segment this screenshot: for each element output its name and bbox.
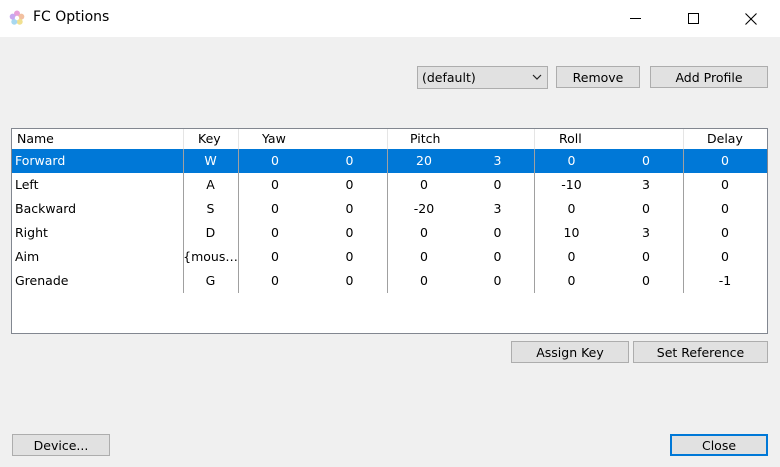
- column-header-pitch[interactable]: Pitch: [410, 129, 440, 149]
- cell-pitch1: 0: [420, 177, 428, 192]
- minimize-button[interactable]: [606, 0, 664, 37]
- column-header-key[interactable]: Key: [198, 129, 221, 149]
- close-icon: [745, 12, 757, 25]
- column-gridline: [238, 149, 239, 293]
- header-divider[interactable]: [534, 129, 535, 149]
- cell-yaw1: 0: [271, 225, 279, 240]
- cell-name: Grenade: [15, 273, 69, 288]
- table-row[interactable]: Forward W 0 0 20 3 0 0 0: [12, 149, 767, 173]
- remove-profile-button[interactable]: Remove: [556, 66, 640, 88]
- cell-name: Backward: [15, 201, 77, 216]
- cell-delay: 0: [721, 153, 729, 168]
- table-row[interactable]: Aim {mous… 0 0 0 0 0 0 0: [12, 245, 767, 269]
- cell-pitch2: 0: [493, 249, 502, 264]
- cell-key: {mous…: [183, 249, 238, 264]
- cell-pitch2: 3: [493, 201, 502, 216]
- cell-roll1: 0: [567, 201, 576, 216]
- cell-yaw1: 0: [271, 177, 279, 192]
- cell-pitch1: -20: [413, 201, 435, 216]
- cell-name: Left: [15, 177, 39, 192]
- cell-roll2: 0: [642, 249, 650, 264]
- cell-roll1: 10: [563, 225, 580, 240]
- cell-roll2: 0: [642, 201, 650, 216]
- cell-roll2: 0: [642, 153, 650, 168]
- cell-roll1: 0: [567, 153, 576, 168]
- column-gridline: [387, 149, 388, 293]
- cell-delay: 0: [721, 225, 729, 240]
- window-title: FC Options: [33, 9, 110, 25]
- maximize-button[interactable]: [664, 0, 722, 37]
- cell-yaw1: 0: [271, 249, 279, 264]
- close-button[interactable]: Close: [670, 434, 768, 456]
- column-header-delay[interactable]: Delay: [707, 129, 743, 149]
- close-window-button[interactable]: [722, 0, 780, 37]
- cell-yaw1: 0: [271, 273, 279, 288]
- cell-key: D: [205, 225, 216, 240]
- cell-yaw2: 0: [345, 177, 354, 192]
- header-divider[interactable]: [183, 129, 184, 149]
- cell-pitch1: 0: [420, 273, 428, 288]
- profile-select-value: (default): [422, 70, 476, 85]
- chevron-down-icon: [532, 74, 542, 80]
- add-profile-button[interactable]: Add Profile: [650, 66, 768, 88]
- cell-yaw2: 0: [345, 153, 354, 168]
- column-header-name[interactable]: Name: [17, 129, 54, 149]
- cell-pitch2: 0: [493, 177, 502, 192]
- cell-key: G: [205, 273, 216, 288]
- cell-roll1: 0: [567, 273, 576, 288]
- header-divider[interactable]: [683, 129, 684, 149]
- cell-delay: 0: [721, 201, 729, 216]
- column-header-yaw[interactable]: Yaw: [262, 129, 286, 149]
- cell-pitch1: 0: [420, 249, 428, 264]
- cell-yaw2: 0: [345, 249, 354, 264]
- cell-yaw1: 0: [271, 153, 279, 168]
- header-divider[interactable]: [387, 129, 388, 149]
- set-reference-button[interactable]: Set Reference: [633, 341, 768, 363]
- cell-pitch1: 20: [416, 153, 432, 168]
- cell-key: A: [206, 177, 215, 192]
- table-row[interactable]: Grenade G 0 0 0 0 0 0 -1: [12, 269, 767, 293]
- cell-name: Right: [15, 225, 48, 240]
- cell-key: S: [206, 201, 215, 216]
- column-header-roll[interactable]: Roll: [559, 129, 582, 149]
- cell-key: W: [204, 153, 217, 168]
- cell-pitch1: 0: [420, 225, 428, 240]
- cell-yaw1: 0: [271, 201, 279, 216]
- cell-yaw2: 0: [345, 273, 354, 288]
- cell-delay: 0: [721, 177, 729, 192]
- cell-delay: 0: [721, 249, 729, 264]
- column-gridline: [183, 149, 184, 293]
- title-bar: FC Options: [0, 0, 780, 37]
- cell-yaw2: 0: [345, 201, 354, 216]
- column-gridline: [534, 149, 535, 293]
- cell-yaw2: 0: [345, 225, 354, 240]
- cell-pitch2: 0: [493, 273, 502, 288]
- maximize-icon: [687, 13, 699, 24]
- table-row[interactable]: Left A 0 0 0 0 -10 3 0: [12, 173, 767, 197]
- column-gridline: [683, 149, 684, 293]
- minimize-icon: [629, 18, 641, 19]
- profile-select[interactable]: (default): [417, 66, 548, 89]
- cell-roll2: 3: [642, 177, 650, 192]
- cell-roll1: 0: [567, 249, 576, 264]
- cell-pitch2: 3: [493, 153, 502, 168]
- header-divider[interactable]: [238, 129, 239, 149]
- cell-name: Aim: [15, 249, 40, 264]
- assign-key-button[interactable]: Assign Key: [511, 341, 629, 363]
- cell-roll1: -10: [561, 177, 582, 192]
- cell-delay: -1: [718, 273, 732, 288]
- table-row[interactable]: Backward S 0 0 -20 3 0 0 0: [12, 197, 767, 221]
- cell-roll2: 3: [642, 225, 650, 240]
- device-button[interactable]: Device...: [12, 434, 110, 456]
- cell-name: Forward: [15, 153, 66, 168]
- table-row[interactable]: Right D 0 0 0 0 10 3 0: [12, 221, 767, 245]
- cell-pitch2: 0: [493, 225, 502, 240]
- bindings-table[interactable]: Name Key Yaw Pitch Roll Delay Forward W 0 0…: [11, 128, 768, 334]
- flower-icon: [9, 10, 25, 25]
- cell-roll2: 0: [642, 273, 650, 288]
